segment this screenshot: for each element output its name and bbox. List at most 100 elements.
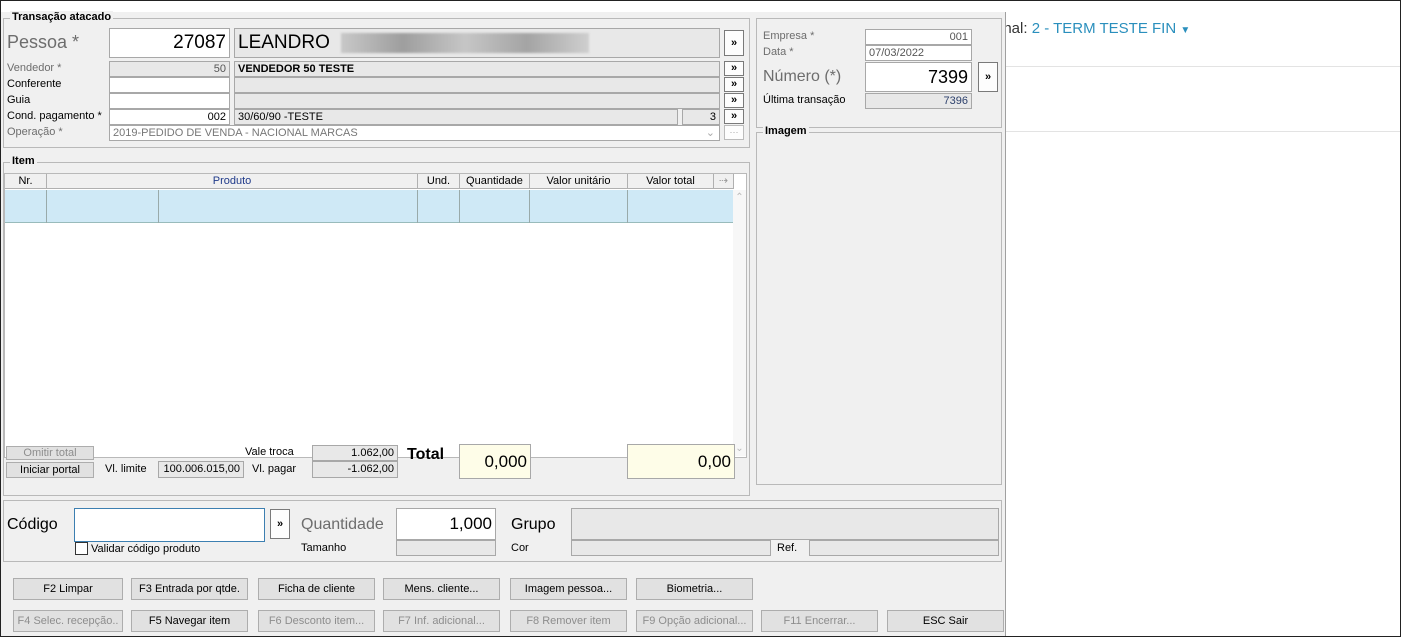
column-header-produto[interactable]: Produto [47,174,418,189]
total-label: Total [407,446,445,463]
cell-produto[interactable] [159,190,418,223]
cell-valor-total[interactable] [628,190,734,223]
column-header-valor-unitario[interactable]: Valor unitário [530,174,628,189]
selec-recepcao-button[interactable]: F4 Selec. recepção.. [13,610,123,632]
guia-code-field[interactable] [109,93,230,109]
tamanho-field [396,540,496,556]
grupo-label: Grupo [511,516,556,533]
empresa-field[interactable]: 001 [865,29,972,45]
codigo-label: Código [7,516,58,533]
chevron-down-icon: ⌄ [705,127,715,139]
quantidade-input[interactable]: 1,000 [396,508,496,540]
pessoa-code-field[interactable]: 27087 [109,28,230,58]
cell-und[interactable] [418,190,460,223]
empresa-label: Empresa * [763,30,815,42]
vale-troca-label: Vale troca [245,446,294,458]
numero-field[interactable]: 7399 [865,62,972,92]
conferente-code-field[interactable] [109,77,230,93]
conferente-lookup-button[interactable]: » [724,77,744,92]
data-label: Data * [763,46,794,58]
column-header-valor-total[interactable]: Valor total [628,174,714,189]
codigo-lookup-button[interactable]: » [270,509,290,539]
mens-cliente-button[interactable]: Mens. cliente... [383,578,500,600]
terminal-value[interactable]: 2 - TERM TESTE FIN [1032,20,1176,37]
column-header-und[interactable]: Und. [418,174,460,189]
encerrar-button[interactable]: F11 Encerrar... [761,610,878,632]
data-field[interactable]: 07/03/2022 [865,45,972,61]
vendedor-name-field: VENDEDOR 50 TESTE [234,61,720,77]
conferente-label: Conferente [7,78,62,90]
entrada-por-qtde-button[interactable]: F3 Entrada por qtde. [131,578,248,600]
total-value-field: 0,00 [627,444,735,479]
table-row[interactable] [5,190,734,223]
imagem-pessoa-button[interactable]: Imagem pessoa... [510,578,627,600]
ficha-de-cliente-button[interactable]: Ficha de cliente [258,578,375,600]
cond-pagamento-label: Cond. pagamento * [7,110,102,122]
guia-label: Guia [7,94,31,106]
ref-label: Ref. [777,542,798,554]
biometria-button[interactable]: Biometria... [636,578,753,600]
cond-pagamento-code-field[interactable]: 002 [109,109,230,125]
item-grid[interactable]: Nr. Produto Und. Quantidade Valor unitár… [4,173,747,458]
cell-produto-code[interactable] [47,190,159,223]
cell-quantidade[interactable] [460,190,530,223]
numero-lookup-button[interactable]: » [978,62,998,92]
vale-troca-field: 1.062,00 [312,445,398,461]
ref-field [809,540,999,556]
validar-codigo-checkbox[interactable] [75,542,88,555]
limpar-button[interactable]: F2 Limpar [13,578,123,600]
pessoa-name: LEANDRO [238,32,330,53]
vl-limite-field: 100.006.015,00 [158,461,244,478]
group-title: Imagem [763,125,809,137]
guia-name-field [234,93,720,109]
guia-lookup-button[interactable]: » [724,93,744,108]
vendedor-label: Vendedor * [7,62,62,74]
conferente-name-field [234,77,720,93]
grupo-field [571,508,999,540]
iniciar-portal-button[interactable]: Iniciar portal [6,462,94,478]
tamanho-label: Tamanho [301,542,347,554]
ultima-transacao-field: 7396 [865,93,972,109]
quantidade-label: Quantidade [301,516,384,533]
vl-pagar-label: Vl. pagar [252,463,297,475]
remover-item-button[interactable]: F8 Remover item [510,610,627,632]
opcao-adicional-button[interactable]: F9 Opção adicional... [636,610,753,632]
column-header-nr[interactable]: Nr. [5,174,47,189]
divider [1006,131,1400,132]
grid-scrollbar[interactable]: ⌃ ⌄ [733,190,746,456]
vendedor-lookup-button[interactable]: » [724,61,744,76]
group-title: Item [10,155,37,167]
omitir-total-button: Omitir total [6,446,94,460]
grid-header: Nr. Produto Und. Quantidade Valor unitár… [5,174,734,189]
pessoa-name-field: LEANDRO [234,28,720,58]
pessoa-lookup-button[interactable]: » [724,30,744,56]
terminal-indicator[interactable]: inal: 2 - TERM TESTE FIN ▼ [1000,20,1190,37]
pessoa-label: Pessoa * [7,32,80,52]
scroll-up-icon[interactable]: ⌃ [733,192,746,203]
esc-sair-button[interactable]: ESC Sair [887,610,1004,632]
column-header-quantidade[interactable]: Quantidade [460,174,530,189]
imagem-group: Imagem [756,125,1002,485]
cell-valor-unitario[interactable] [530,190,628,223]
cond-pagamento-name-field: 30/60/90 -TESTE [234,109,678,125]
numero-label: Número (*) [763,68,842,85]
cond-pagamento-lookup-button[interactable]: » [724,109,744,124]
group-title: Transação atacado [10,11,114,23]
operacao-lookup-button: ⋯ [724,125,744,140]
desconto-item-button[interactable]: F6 Desconto item... [258,610,375,632]
cond-pagamento-count-field: 3 [682,109,720,125]
caret-down-icon[interactable]: ▼ [1180,25,1190,36]
navegar-item-button[interactable]: F5 Navegar item [131,610,248,632]
operacao-select[interactable]: 2019-PEDIDO DE VENDA - NACIONAL MARCAS ⌄ [109,125,720,141]
transaction-dialog: Transação atacado Pessoa * 27087 LEANDRO… [0,11,1006,637]
codigo-input[interactable] [74,508,265,542]
vl-pagar-field: -1.062,00 [312,461,398,478]
cell-nr[interactable] [5,190,47,223]
inf-adicional-button[interactable]: F7 Inf. adicional... [383,610,500,632]
cor-field [571,540,771,556]
vl-limite-label: Vl. limite [105,463,147,475]
column-config-icon[interactable]: ⇢ [714,174,734,189]
vendedor-code-field[interactable]: 50 [109,61,230,77]
cor-label: Cor [511,542,529,554]
redacted-name-blur [341,32,590,53]
